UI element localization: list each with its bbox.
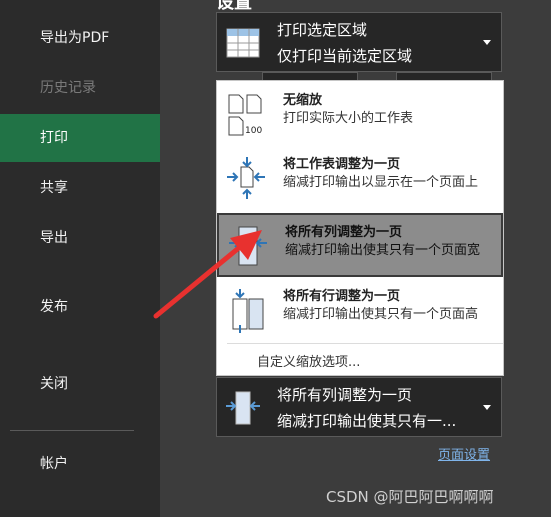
page-setup-link[interactable]: 页面设置 — [438, 444, 490, 463]
option-fit-rows-desc: 缩减打印输出使其只有一个页面高 — [283, 307, 479, 322]
sidebar-item-publish[interactable]: 发布 — [0, 283, 160, 331]
sidebar-item-share[interactable]: 共享 — [0, 164, 160, 212]
fit-columns-icon — [226, 391, 260, 425]
red-arrow-annotation — [153, 230, 262, 319]
selection-grid-icon — [226, 28, 260, 58]
backstage-sidebar: 导出为PDF 历史记录 打印 共享 导出 发布 关闭 帐户 — [0, 0, 160, 517]
no-scaling-icon: 100 — [228, 94, 262, 136]
option-fit-sheet-title: 将工作表调整为一页 — [283, 157, 401, 172]
chevron-down-icon — [483, 40, 491, 45]
sidebar-item-account[interactable]: 帐户 — [0, 440, 160, 488]
sidebar-item-export-pdf[interactable]: 导出为PDF — [0, 14, 160, 62]
sidebar-item-print[interactable]: 打印 — [0, 114, 160, 162]
scaling-title: 将所有列调整为一页 — [277, 386, 413, 404]
print-area-subtitle: 仅打印当前选定区域 — [277, 47, 413, 65]
pages-from-field[interactable] — [262, 72, 358, 80]
sidebar-item-history: 历史记录 — [40, 80, 96, 96]
option-fit-sheet-desc: 缩减打印输出以显示在一个页面上 — [283, 175, 479, 190]
sidebar-item-close[interactable]: 关闭 — [0, 360, 160, 408]
watermark-text: CSDN @阿巴阿巴啊啊啊 — [326, 488, 494, 506]
option-fit-columns-title: 将所有列调整为一页 — [285, 225, 403, 240]
option-fit-sheet[interactable]: 将工作表调整为一页 缩减打印输出以显示在一个页面上 — [217, 147, 503, 211]
fit-sheet-icon — [227, 157, 265, 199]
option-fit-rows-title: 将所有行调整为一页 — [283, 289, 401, 304]
sidebar-item-export[interactable]: 导出 — [0, 214, 160, 262]
option-no-scaling[interactable]: 100 无缩放 打印实际大小的工作表 — [217, 83, 503, 147]
menu-divider — [227, 343, 503, 344]
scale-100-label: 100 — [245, 126, 262, 136]
option-fit-columns-desc: 缩减打印输出使其只有一个页面宽 — [285, 243, 481, 258]
scaling-dropdown[interactable]: 将所有列调整为一页 缩减打印输出使其只有一... — [216, 377, 502, 437]
scaling-subtitle: 缩减打印输出使其只有一... — [277, 412, 457, 430]
pages-to-field[interactable] — [396, 72, 492, 80]
chevron-down-icon — [483, 405, 491, 410]
sidebar-divider — [10, 430, 134, 431]
option-no-scaling-desc: 打印实际大小的工作表 — [283, 111, 414, 126]
print-area-title: 打印选定区域 — [277, 21, 368, 39]
option-no-scaling-title: 无缩放 — [283, 93, 323, 108]
custom-scaling-options[interactable]: 自定义缩放选项... — [257, 351, 360, 370]
print-area-dropdown[interactable]: 打印选定区域 仅打印当前选定区域 — [216, 12, 502, 72]
